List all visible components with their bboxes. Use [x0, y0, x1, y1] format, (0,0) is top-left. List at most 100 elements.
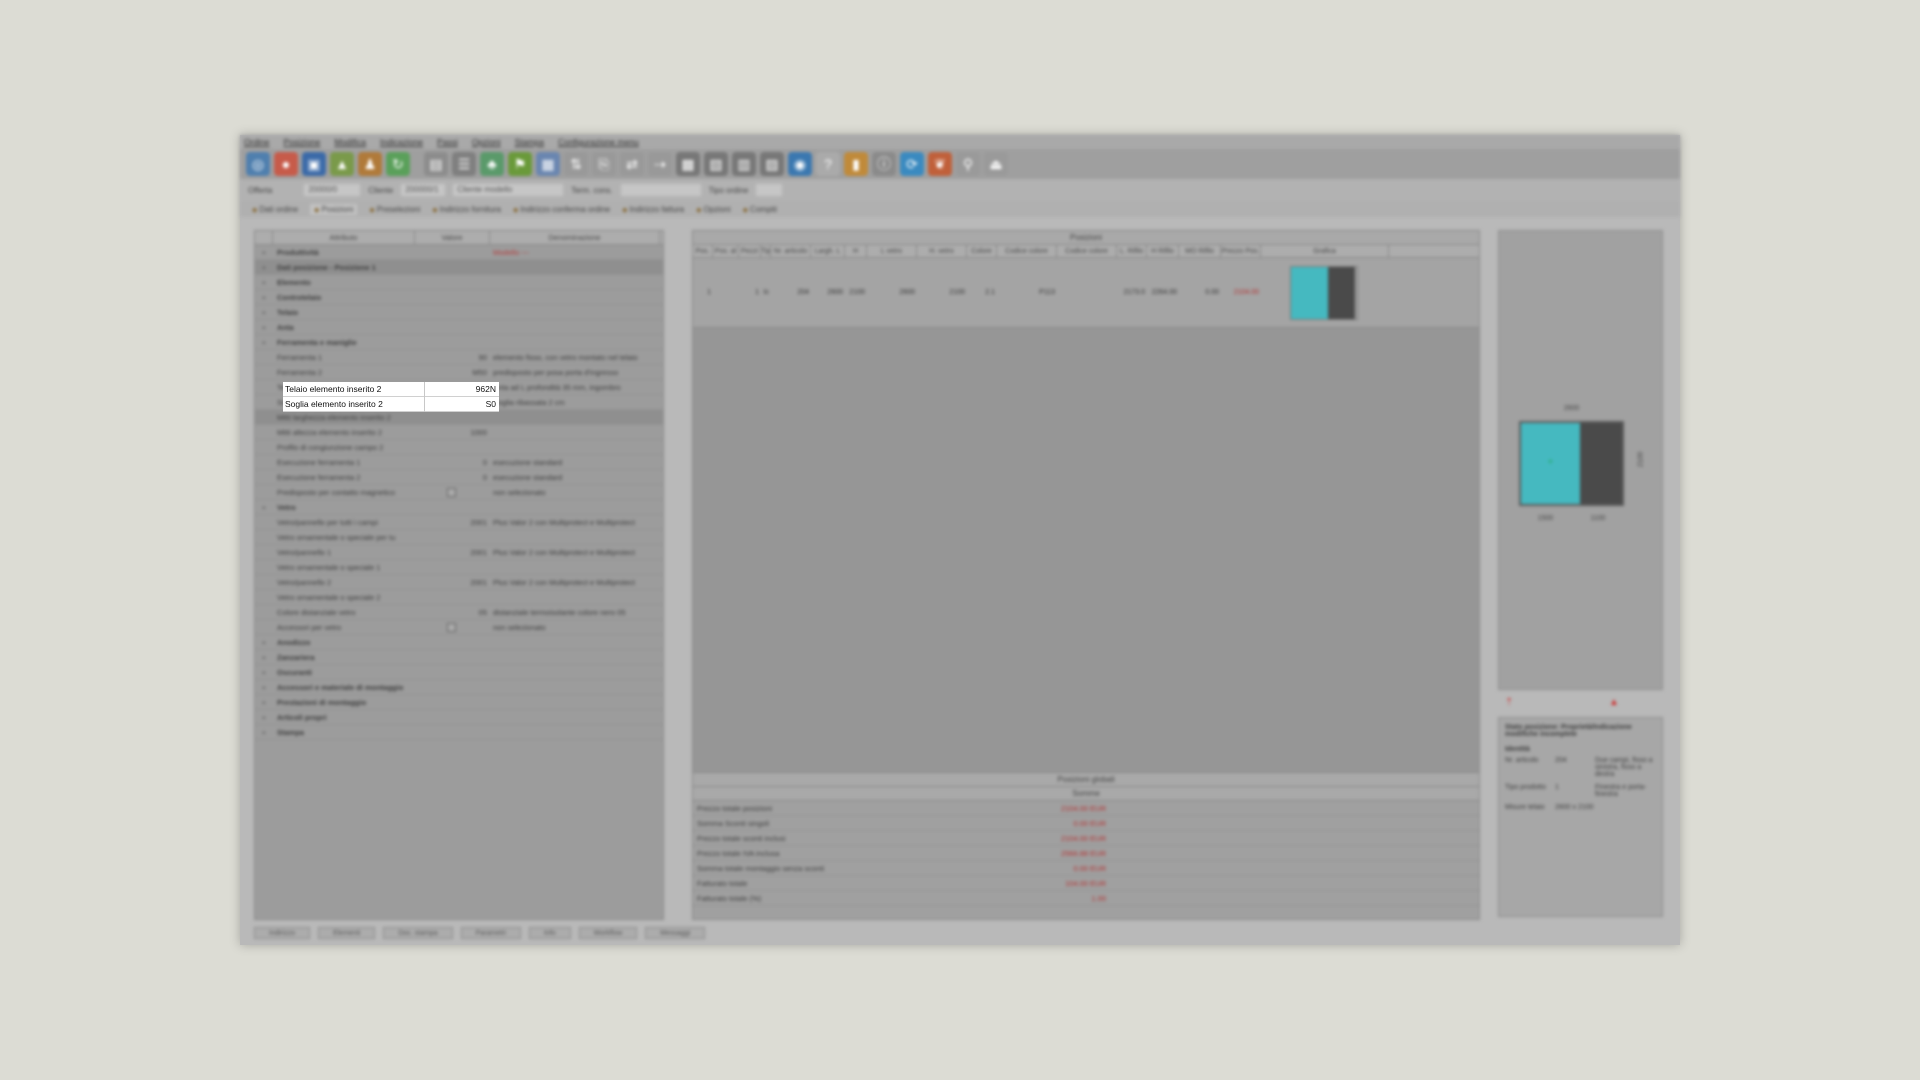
- balloons-icon[interactable]: ❦: [928, 152, 952, 176]
- list-icon[interactable]: ☰: [452, 152, 476, 176]
- expand-toggle[interactable]: +: [255, 293, 273, 302]
- import-icon[interactable]: ▲: [330, 152, 354, 176]
- attribute-row[interactable]: Vetro ornamentale o speciale 2: [255, 590, 663, 605]
- close-order-icon[interactable]: ●: [274, 152, 298, 176]
- menu-item-3[interactable]: Indicazione: [380, 137, 423, 147]
- grid-column-header[interactable]: MO Rifilo: [1179, 245, 1221, 257]
- attribute-row[interactable]: Mitti larghezza elemento inserito 2: [255, 410, 663, 425]
- grid-column-header[interactable]: Pos. al: [713, 245, 739, 257]
- grid-column-header[interactable]: Codice colore: [997, 245, 1057, 257]
- offer-field[interactable]: 20000/0: [304, 184, 361, 196]
- filter-icon[interactable]: ⚲: [956, 152, 980, 176]
- attribute-row[interactable]: Vetro/pannello per tutti i campi 2001 Plus…: [255, 515, 663, 530]
- window-preview[interactable]: +: [1519, 421, 1624, 506]
- attribute-value[interactable]: 2001: [415, 518, 490, 527]
- tab-6[interactable]: Opzioni: [696, 205, 730, 214]
- attribute-row[interactable]: + Vetro: [255, 500, 663, 515]
- tab-2[interactable]: Preselezioni: [369, 205, 421, 214]
- table-icon[interactable]: ▦: [536, 152, 560, 176]
- expand-toggle[interactable]: +: [255, 683, 273, 692]
- grid-column-header[interactable]: Nr. articolo: [771, 245, 811, 257]
- pin-icon[interactable]: ⇡: [1505, 697, 1513, 708]
- menu-item-1[interactable]: Posizione: [284, 137, 321, 147]
- grid-column-header[interactable]: Tipo: [761, 245, 771, 257]
- checkbox[interactable]: [446, 622, 456, 632]
- attribute-row[interactable]: + Zanzariera: [255, 650, 663, 665]
- grid-column-header[interactable]: L vetro: [867, 245, 917, 257]
- expand-toggle[interactable]: +: [255, 338, 273, 347]
- flag-icon[interactable]: ⚑: [508, 152, 532, 176]
- grid-column-header[interactable]: Prezzo Pos.: [1221, 245, 1261, 257]
- grid-column-header[interactable]: Pos.: [693, 245, 713, 257]
- checkbox[interactable]: [446, 487, 456, 497]
- attribute-row[interactable]: Predisposto per contatto magnetico non se…: [255, 485, 663, 500]
- attribute-value[interactable]: [415, 622, 490, 632]
- print-preview-icon[interactable]: ▧: [704, 152, 728, 176]
- attribute-row[interactable]: + Produttività Modello ---: [255, 245, 663, 260]
- column-value[interactable]: Valore: [415, 231, 490, 244]
- save-icon[interactable]: ▣: [302, 152, 326, 176]
- attribute-row[interactable]: + Telaio: [255, 305, 663, 320]
- expand-toggle[interactable]: +: [255, 668, 273, 677]
- attribute-row[interactable]: + Oscuranti: [255, 665, 663, 680]
- attribute-row[interactable]: + Stampa: [255, 725, 663, 740]
- expand-toggle[interactable]: +: [255, 713, 273, 722]
- attribute-value[interactable]: 05: [415, 608, 490, 617]
- bottom-tab-4[interactable]: Info: [528, 927, 571, 939]
- expand-toggle[interactable]: +: [255, 323, 273, 332]
- attribute-value[interactable]: 2001: [415, 548, 490, 557]
- bottom-tab-6[interactable]: Messaggi: [645, 927, 706, 939]
- grid-column-header[interactable]: H. vetro: [917, 245, 967, 257]
- attribute-row[interactable]: + Dati posizione - Posizione 1: [255, 260, 663, 275]
- tab-0[interactable]: Dati ordine: [252, 205, 298, 214]
- archive-icon[interactable]: ▥: [732, 152, 756, 176]
- export-icon[interactable]: ⇢: [648, 152, 672, 176]
- grid-column-header[interactable]: Grafica: [1261, 245, 1389, 257]
- info-icon[interactable]: ⓘ: [872, 152, 896, 176]
- menu-item-6[interactable]: Stampa: [515, 137, 544, 147]
- attribute-row[interactable]: + Prestazioni di montaggio: [255, 695, 663, 710]
- menu-item-2[interactable]: Modifica: [334, 137, 366, 147]
- row-soglia-elemento-inserito-2[interactable]: Soglia elemento inserito 2 S0: [283, 396, 499, 412]
- attribute-row[interactable]: Vetro/pannello 1 2001 Plus Valor 2 con Mul…: [255, 545, 663, 560]
- grid-column-header[interactable]: Codice colore: [1057, 245, 1117, 257]
- row-telaio-elemento-inserito-2[interactable]: Telaio elemento inserito 2 962N: [283, 381, 499, 397]
- menu-item-4[interactable]: Passi: [437, 137, 458, 147]
- grid-column-header[interactable]: Colore: [967, 245, 997, 257]
- tab-3[interactable]: Indirizzo fornitura: [432, 205, 501, 214]
- position-row[interactable]: 1 1 Ic 204 2600 2100 2600 2100 2.1 P113 2173.0 2264…: [693, 258, 1479, 328]
- bottom-tab-5[interactable]: Workflow: [578, 927, 638, 939]
- expand-toggle[interactable]: +: [255, 728, 273, 737]
- attribute-row[interactable]: Ferramenta 2 M50 predisposto per posa port…: [255, 365, 663, 380]
- expand-toggle[interactable]: +: [255, 503, 273, 512]
- tab-5[interactable]: Indirizzo fattura: [622, 205, 684, 214]
- menu-item-0[interactable]: Ordine: [244, 137, 270, 147]
- attribute-row[interactable]: Ferramenta 1 90 elemento fisso, con vetro …: [255, 350, 663, 365]
- attribute-row[interactable]: Vetro/pannello 2 2001 Plus Valor 2 con Mul…: [255, 575, 663, 590]
- exit-icon[interactable]: ⏏: [984, 152, 1008, 176]
- bottom-tab-0[interactable]: Indirizzo: [254, 927, 311, 939]
- tab-1[interactable]: Posizioni: [310, 203, 358, 215]
- position-thumbnail[interactable]: [1290, 265, 1358, 320]
- attribute-row[interactable]: + Articoli propri: [255, 710, 663, 725]
- print-icon[interactable]: ▩: [676, 152, 700, 176]
- attribute-row[interactable]: + Elemento: [255, 275, 663, 290]
- sync-icon[interactable]: ⟳: [900, 152, 924, 176]
- bottom-tab-2[interactable]: Doc. stampa: [383, 927, 453, 939]
- attribute-row[interactable]: + Anta: [255, 320, 663, 335]
- attribute-row[interactable]: Vetro ornamentale o speciale 1: [255, 560, 663, 575]
- tree-icon[interactable]: ♣: [480, 152, 504, 176]
- expand-toggle[interactable]: +: [255, 278, 273, 287]
- client-number-field[interactable]: 200000/1: [401, 184, 446, 196]
- grid-column-header[interactable]: Pezzi: [739, 245, 761, 257]
- arrows-icon[interactable]: ⇄: [620, 152, 644, 176]
- column-attribute[interactable]: Attributo: [273, 231, 415, 244]
- open-icon[interactable]: ◎: [246, 152, 270, 176]
- attribute-value[interactable]: 962N: [425, 382, 499, 397]
- term-field[interactable]: [620, 184, 701, 196]
- help-icon[interactable]: ?: [816, 152, 840, 176]
- attribute-value[interactable]: [415, 487, 490, 497]
- users-icon[interactable]: ♟: [358, 152, 382, 176]
- globe-icon[interactable]: ◉: [788, 152, 812, 176]
- attribute-row[interactable]: + Accessori e materiale di montaggio: [255, 680, 663, 695]
